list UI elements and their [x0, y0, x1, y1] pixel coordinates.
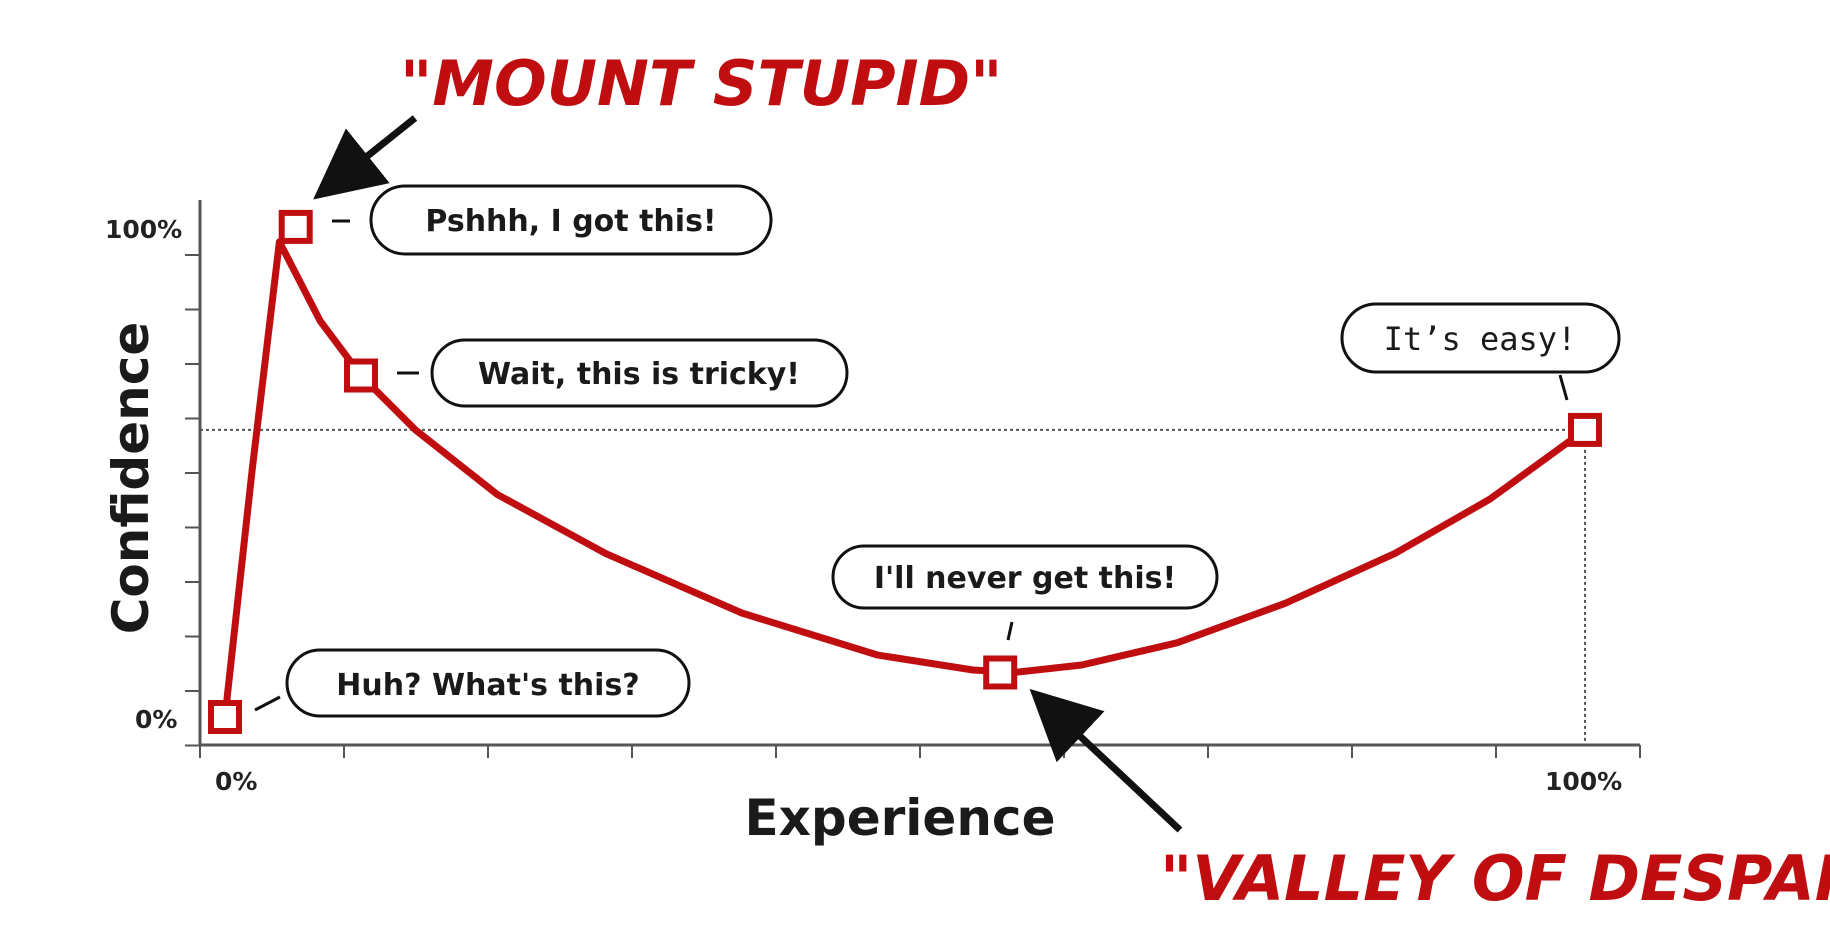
arrow-to-trough [1029, 688, 1183, 833]
callout-text: It’s easy! [1384, 320, 1577, 358]
dunning-kruger-chart: 100% 0% 0% 100% Confidence Experience Hu… [102, 47, 1830, 915]
callout-bubble: Pshhh, I got this! [332, 184, 773, 256]
curve-marker [1568, 412, 1602, 447]
callout-bubble: I'll never get this! [831, 544, 1219, 641]
y-tick-label-max: 100% [105, 215, 182, 244]
callout-text: Pshhh, I got this! [425, 204, 716, 239]
x-tick-label-min: 0% [215, 767, 257, 796]
curve-marker [983, 655, 1018, 690]
y-axis-title: Confidence [102, 322, 160, 635]
x-axis-ticks [199, 745, 1641, 758]
y-tick-label-min: 0% [135, 705, 177, 734]
mount-stupid-label: "MOUNT STUPID" [400, 47, 1002, 120]
x-tick-label-max: 100% [1545, 767, 1622, 796]
x-axis-title: Experience [745, 789, 1056, 847]
curve-marker [208, 700, 242, 734]
callout-bubble: Wait, this is tricky! [397, 338, 849, 408]
callout-bubble: It’s easy! [1340, 302, 1621, 401]
callout-text: Wait, this is tricky! [478, 357, 800, 392]
curve-marker [278, 209, 313, 244]
curve-marker [344, 358, 378, 393]
y-axis-ticks [185, 254, 200, 747]
arrow-to-peak [313, 115, 418, 200]
valley-of-despair-label: "VALLEY OF DESPAIR" [1160, 842, 1830, 915]
callout-text: Huh? What's this? [336, 668, 639, 703]
callout-text: I'll never get this! [874, 561, 1176, 596]
callout-bubble: Huh? What's this? [254, 648, 691, 718]
